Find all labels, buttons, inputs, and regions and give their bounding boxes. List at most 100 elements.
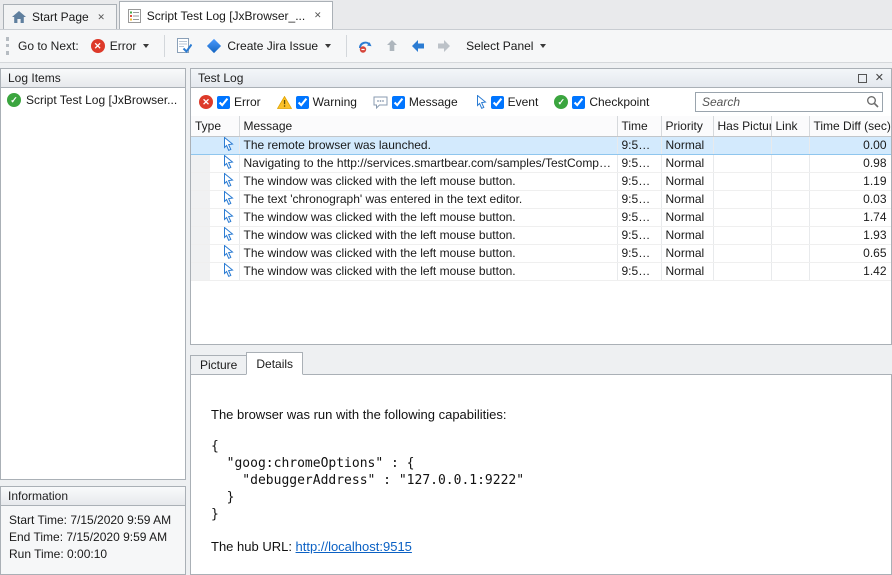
- row-time-cell: 9:59:42: [617, 190, 661, 208]
- tab-close-icon[interactable]: [311, 9, 324, 22]
- row-message-cell: The text 'chronograph' was entered in th…: [239, 190, 617, 208]
- event-cursor-icon: [221, 173, 234, 187]
- post-issue-icon[interactable]: [356, 35, 376, 57]
- tab-script-test-log[interactable]: Script Test Log [JxBrowser_...: [119, 1, 334, 29]
- col-message[interactable]: Message: [239, 116, 617, 136]
- tab-details[interactable]: Details: [246, 352, 303, 375]
- col-time[interactable]: Time: [617, 116, 661, 136]
- search-input[interactable]: [695, 92, 883, 112]
- event-cursor-icon: [221, 137, 234, 151]
- row-priority-cell: Normal: [661, 190, 713, 208]
- search-box: [695, 92, 883, 112]
- row-time-diff-cell: 1.19: [809, 172, 891, 190]
- table-row[interactable]: The remote browser was launched. 9:59:40…: [191, 136, 891, 154]
- chevron-down-icon: [143, 44, 149, 48]
- create-jira-issue-button[interactable]: Create Jira Issue: [200, 35, 337, 57]
- filter-error-checkbox[interactable]: [217, 96, 230, 109]
- details-panel: The browser was run with the following c…: [190, 374, 892, 575]
- forward-arrow-icon[interactable]: [434, 35, 454, 57]
- table-row[interactable]: The text 'chronograph' was entered in th…: [191, 190, 891, 208]
- toolbar-grip[interactable]: [6, 37, 10, 55]
- row-has-picture-cell: [713, 136, 771, 154]
- back-arrow-icon[interactable]: [408, 35, 428, 57]
- test-log-title: Test Log: [198, 71, 243, 85]
- filter-message-checkbox[interactable]: [392, 96, 405, 109]
- main-toolbar: Go to Next: Error Create Jira Issue: [0, 30, 892, 63]
- col-type[interactable]: Type: [191, 116, 239, 136]
- app-window: Start Page Script Test Log [JxBrowser_..…: [0, 0, 892, 575]
- row-link-cell: [771, 172, 809, 190]
- table-row[interactable]: The window was clicked with the left mou…: [191, 262, 891, 280]
- col-time-diff[interactable]: Time Diff (sec): [809, 116, 891, 136]
- row-priority-cell: Normal: [661, 244, 713, 262]
- select-result-button[interactable]: [174, 35, 194, 57]
- row-has-picture-cell: [713, 226, 771, 244]
- chevron-down-icon: [325, 44, 331, 48]
- success-check-icon: [7, 93, 21, 107]
- table-row[interactable]: The window was clicked with the left mou…: [191, 226, 891, 244]
- error-icon: [199, 95, 213, 109]
- row-type-cell: [191, 262, 239, 280]
- close-panel-icon[interactable]: ✕: [875, 73, 884, 84]
- table-row[interactable]: Navigating to the http://services.smartb…: [191, 154, 891, 172]
- row-has-picture-cell: [713, 208, 771, 226]
- filter-label: Error: [234, 95, 261, 109]
- filter-event[interactable]: Event: [474, 95, 539, 109]
- log-items-tree: Script Test Log [JxBrowser...: [0, 88, 186, 480]
- row-time-cell: 9:59:46: [617, 226, 661, 244]
- event-cursor-icon: [221, 155, 234, 169]
- row-type-cell: [191, 172, 239, 190]
- filter-label: Checkpoint: [589, 95, 649, 109]
- information-title: Information: [8, 489, 68, 503]
- event-cursor-icon: [221, 209, 234, 223]
- tree-item-script-test-log[interactable]: Script Test Log [JxBrowser...: [5, 92, 181, 108]
- tab-start-page[interactable]: Start Page: [3, 4, 117, 29]
- hub-url-link[interactable]: http://localhost:9515: [296, 539, 412, 554]
- row-time-diff-cell: 1.93: [809, 226, 891, 244]
- filter-checkpoint[interactable]: Checkpoint: [554, 95, 649, 109]
- log-table-header-row: Type Message Time Priority Has Picture L…: [191, 116, 891, 136]
- tab-picture[interactable]: Picture: [190, 355, 247, 375]
- row-link-cell: [771, 262, 809, 280]
- run-time-line: Run Time: 0:00:10: [9, 546, 177, 563]
- col-priority[interactable]: Priority: [661, 116, 713, 136]
- test-log-body: Error Warning Message: [190, 88, 892, 345]
- warning-icon: [277, 96, 292, 109]
- filter-checkpoint-checkbox[interactable]: [572, 96, 585, 109]
- col-has-picture[interactable]: Has Picture: [713, 116, 771, 136]
- row-priority-cell: Normal: [661, 172, 713, 190]
- chevron-down-icon: [540, 44, 546, 48]
- row-priority-cell: Normal: [661, 208, 713, 226]
- row-time-cell: 9:59:40: [617, 136, 661, 154]
- toolbar-separator: [346, 35, 347, 57]
- table-row[interactable]: The window was clicked with the left mou…: [191, 244, 891, 262]
- go-to-next-label: Go to Next:: [18, 39, 79, 53]
- table-row[interactable]: The window was clicked with the left mou…: [191, 172, 891, 190]
- row-message-cell: Navigating to the http://services.smartb…: [239, 154, 617, 172]
- toolbar-separator: [164, 35, 165, 57]
- filter-warning-checkbox[interactable]: [296, 96, 309, 109]
- filter-message[interactable]: Message: [373, 95, 458, 109]
- row-priority-cell: Normal: [661, 226, 713, 244]
- row-time-diff-cell: 0.03: [809, 190, 891, 208]
- filter-event-checkbox[interactable]: [491, 96, 504, 109]
- tree-item-label: Script Test Log [JxBrowser...: [26, 93, 177, 107]
- information-panel: Start Time: 7/15/2020 9:59 AM End Time: …: [0, 506, 186, 575]
- filter-warning[interactable]: Warning: [277, 95, 357, 109]
- select-panel-button[interactable]: Select Panel: [460, 35, 552, 57]
- filter-error[interactable]: Error: [199, 95, 261, 109]
- tab-close-icon[interactable]: [95, 11, 108, 24]
- log-items-header: Log Items: [0, 68, 186, 88]
- table-row[interactable]: The window was clicked with the left mou…: [191, 208, 891, 226]
- row-time-diff-cell: 1.42: [809, 262, 891, 280]
- select-panel-label: Select Panel: [466, 39, 533, 53]
- up-one-level-icon[interactable]: [382, 35, 402, 57]
- go-to-next-error-button[interactable]: Error: [85, 35, 156, 57]
- end-time-line: End Time: 7/15/2020 9:59 AM: [9, 529, 177, 546]
- row-type-cell: [191, 208, 239, 226]
- float-panel-icon[interactable]: [858, 74, 867, 83]
- col-link[interactable]: Link: [771, 116, 809, 136]
- row-priority-cell: Normal: [661, 154, 713, 172]
- jira-diamond-icon: [207, 39, 221, 53]
- message-icon: [373, 96, 388, 109]
